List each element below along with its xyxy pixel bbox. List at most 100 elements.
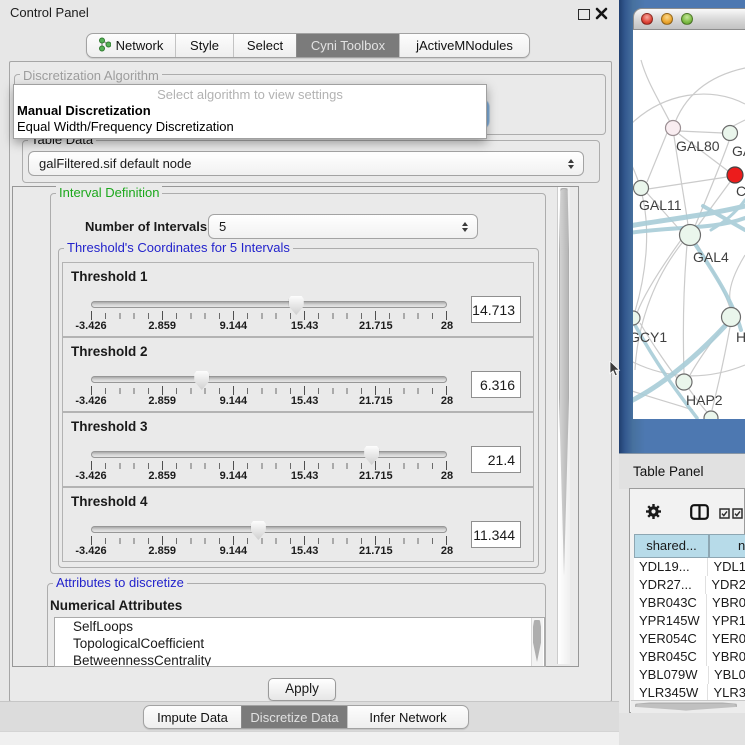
threshold-1-value-field[interactable]: 14.713 bbox=[471, 296, 521, 323]
gear-icon[interactable] bbox=[645, 503, 662, 523]
window-zoom-icon[interactable] bbox=[681, 13, 693, 25]
node-table[interactable]: YDL19...YDL1 YDR27...YDR2 YBR043CYBR0 YP… bbox=[634, 558, 745, 700]
network-node[interactable] bbox=[680, 225, 701, 246]
tab-discretize-data[interactable]: Discretize Data bbox=[241, 706, 347, 728]
column-header-name[interactable]: na bbox=[709, 534, 745, 558]
tab-impute-data[interactable]: Impute Data bbox=[144, 706, 241, 728]
slider-minor-ticks bbox=[91, 538, 447, 544]
slider-minor-ticks bbox=[91, 313, 447, 319]
algorithm-group-title: Discretization Algorithm bbox=[20, 69, 162, 82]
network-node[interactable] bbox=[704, 411, 718, 419]
node-label: GAL4 bbox=[693, 249, 729, 265]
threshold-2-label: Threshold 2 bbox=[71, 344, 148, 359]
network-node[interactable] bbox=[722, 308, 741, 327]
tab-style[interactable]: Style bbox=[175, 34, 233, 57]
table-panel-header: Table Panel bbox=[619, 453, 745, 489]
threshold-1-slider[interactable] bbox=[91, 301, 447, 308]
table-row[interactable]: YBR043CYBR0 bbox=[634, 594, 745, 612]
table-row[interactable]: YPR145WYPR1 bbox=[634, 612, 745, 630]
network-node[interactable] bbox=[634, 181, 649, 196]
table-panel-title: Table Panel bbox=[633, 464, 704, 479]
number-of-intervals-value: 5 bbox=[219, 219, 226, 234]
bottom-filler-strip bbox=[0, 731, 619, 745]
close-panel-icon[interactable] bbox=[595, 7, 608, 23]
network-node[interactable] bbox=[666, 121, 681, 136]
slider-minor-ticks bbox=[91, 463, 447, 469]
threshold-4-panel: Threshold 4 -3.426 2.859 9.144 15.43 21.… bbox=[62, 487, 534, 562]
app-root: Control Panel Network Style Select Cyni … bbox=[0, 0, 745, 745]
node-label: GCY1 bbox=[633, 329, 667, 345]
list-scrollbar[interactable] bbox=[531, 618, 543, 666]
window-minimize-icon[interactable] bbox=[661, 13, 673, 25]
threshold-3-value-field[interactable]: 21.4 bbox=[471, 446, 521, 473]
table-header-row: shared... na bbox=[634, 534, 745, 558]
numerical-attributes-list[interactable]: SelfLoops TopologicalCoefficient Between… bbox=[54, 617, 545, 667]
network-node-selected[interactable] bbox=[727, 167, 743, 183]
number-of-intervals-combobox[interactable]: 5 bbox=[208, 214, 478, 239]
node-label: GAL11 bbox=[639, 197, 682, 213]
node-label: GAL80 bbox=[676, 138, 720, 154]
tab-infer-network[interactable]: Infer Network bbox=[347, 706, 468, 728]
toolbox-tabbar: Network Style Select Cyni Toolbox jActiv… bbox=[86, 33, 530, 58]
threshold-4-value-field[interactable]: 11.344 bbox=[471, 521, 521, 548]
window-close-icon[interactable] bbox=[641, 13, 653, 25]
settings-scrollbar-thumb[interactable] bbox=[559, 188, 569, 576]
table-row[interactable]: YER054CYER0 bbox=[634, 630, 745, 648]
combo-arrows-icon bbox=[568, 159, 574, 169]
tab-cyni-toolbox[interactable]: Cyni Toolbox bbox=[296, 34, 399, 57]
tab-network-label: Network bbox=[116, 38, 164, 53]
dropdown-hint: Select algorithm to view settings bbox=[14, 87, 486, 102]
slider-scale-labels: -3.426 2.859 9.144 15.43 21.715 28 bbox=[91, 395, 447, 408]
threshold-2-value-field[interactable]: 6.316 bbox=[471, 371, 521, 398]
table-row[interactable]: YBL079WYBL0 bbox=[634, 666, 745, 684]
list-item[interactable]: SelfLoops bbox=[55, 618, 544, 635]
slider-scale-labels: -3.426 2.859 9.144 15.43 21.715 28 bbox=[91, 545, 447, 558]
network-node[interactable] bbox=[633, 311, 640, 325]
node-label: GA bbox=[732, 143, 745, 159]
column-header-shared-name[interactable]: shared... bbox=[634, 534, 709, 558]
list-item[interactable]: BetweennessCentrality bbox=[55, 652, 544, 667]
tab-jactivemnodules[interactable]: jActiveMNodules bbox=[399, 34, 529, 57]
numerical-attributes-label: Numerical Attributes bbox=[50, 598, 182, 613]
table-row[interactable]: YBR045CYBR0 bbox=[634, 648, 745, 666]
apply-button[interactable]: Apply bbox=[268, 678, 336, 701]
tab-select[interactable]: Select bbox=[233, 34, 296, 57]
table-panel: shared... na YDL19...YDL1 YDR27...YDR2 Y… bbox=[629, 488, 745, 713]
cyni-mode-tabbar: Impute Data Discretize Data Infer Networ… bbox=[143, 705, 469, 729]
table-data-combobox[interactable]: galFiltered.sif default node bbox=[28, 151, 584, 176]
float-panel-icon[interactable] bbox=[578, 9, 590, 20]
table-horizontal-scrollbar[interactable] bbox=[631, 700, 745, 713]
threshold-1-panel: Threshold 1 -3.426 2.859 9.144 15.43 21.… bbox=[62, 262, 534, 337]
panel-title: Control Panel bbox=[10, 5, 89, 20]
network-node[interactable] bbox=[723, 126, 738, 141]
threshold-4-slider[interactable] bbox=[91, 526, 447, 533]
combo-arrows-icon bbox=[462, 222, 468, 232]
table-hscrollbar-thumb[interactable] bbox=[635, 703, 737, 711]
settings-scrollbar[interactable] bbox=[557, 187, 570, 664]
node-label: H bbox=[736, 329, 745, 345]
network-node[interactable] bbox=[676, 374, 692, 390]
threshold-3-panel: Threshold 3 -3.426 2.859 9.144 15.43 21.… bbox=[62, 412, 534, 487]
select-none-checkbox-icon[interactable] bbox=[732, 507, 743, 522]
table-columns-icon[interactable] bbox=[690, 504, 709, 523]
table-row[interactable]: YDL19...YDL1 bbox=[634, 558, 745, 576]
select-all-checkbox-icon[interactable] bbox=[719, 507, 730, 522]
threshold-4-label: Threshold 4 bbox=[71, 494, 148, 509]
threshold-2-slider[interactable] bbox=[91, 376, 447, 383]
slider-scale-labels: -3.426 2.859 9.144 15.43 21.715 28 bbox=[91, 320, 447, 333]
thresholds-group-title: Threshold's Coordinates for 5 Intervals bbox=[64, 241, 293, 254]
dropdown-option-manual[interactable]: Manual Discretization bbox=[17, 103, 151, 118]
threshold-1-label: Threshold 1 bbox=[71, 269, 148, 284]
dropdown-option-equal-width[interactable]: Equal Width/Frequency Discretization bbox=[17, 119, 234, 134]
table-row[interactable]: YLR345WYLR3 bbox=[634, 684, 745, 700]
table-row[interactable]: YDR27...YDR2 bbox=[634, 576, 745, 594]
network-view-canvas[interactable]: GAL80 GA C GAL11 GAL4 GCY1 H HAP2 bbox=[633, 30, 745, 419]
number-of-intervals-label: Number of Intervals bbox=[85, 219, 207, 234]
table-panel-footer-area bbox=[619, 713, 745, 745]
node-label: HAP2 bbox=[686, 392, 723, 408]
list-item[interactable]: TopologicalCoefficient bbox=[55, 635, 544, 652]
threshold-3-slider[interactable] bbox=[91, 451, 447, 458]
slider-scale-labels: -3.426 2.859 9.144 15.43 21.715 28 bbox=[91, 470, 447, 483]
table-data-value: galFiltered.sif default node bbox=[39, 156, 191, 171]
tab-network[interactable]: Network bbox=[87, 34, 175, 57]
